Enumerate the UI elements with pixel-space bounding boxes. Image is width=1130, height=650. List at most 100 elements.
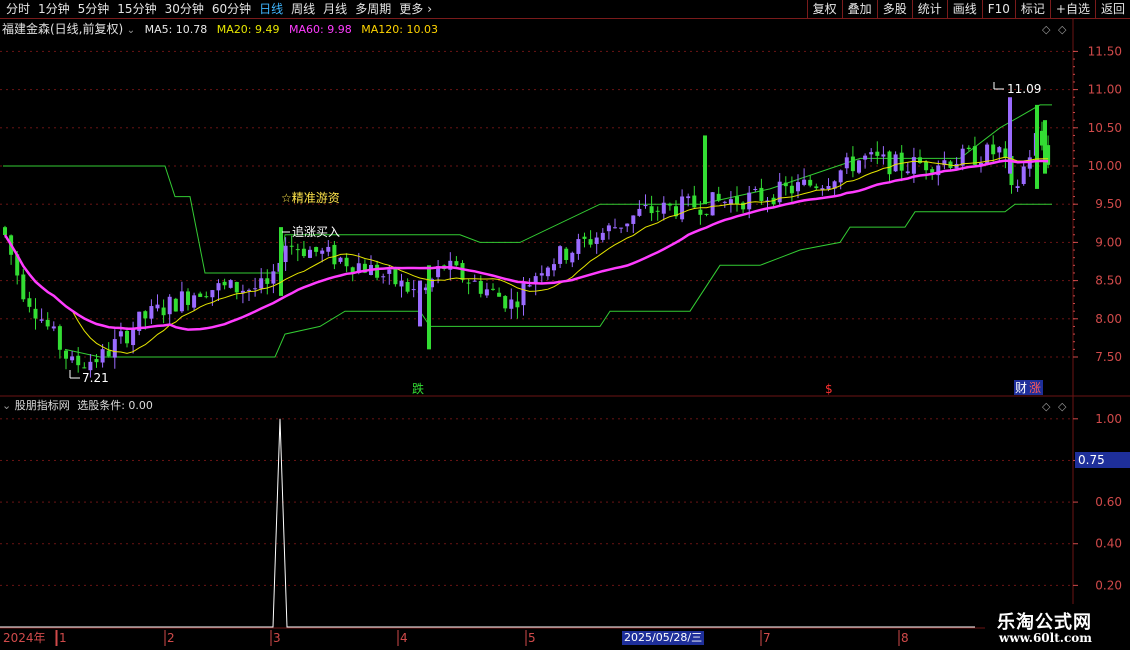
month-label: 2 bbox=[167, 631, 175, 645]
price-tick-label: 10.50 bbox=[1088, 121, 1122, 135]
candle-down bbox=[692, 195, 697, 208]
candle-up bbox=[844, 157, 849, 169]
chevron-down-icon[interactable]: ⌄ bbox=[127, 25, 135, 36]
candle-up bbox=[112, 339, 117, 358]
candle-down bbox=[393, 267, 398, 285]
watermark-logo: 乐淘公式网 www.60lt.com bbox=[985, 604, 1130, 650]
candle-down bbox=[991, 144, 996, 155]
candle-up bbox=[863, 155, 868, 160]
indicator-line bbox=[0, 418, 975, 628]
candle-up bbox=[997, 147, 1002, 153]
candle-up bbox=[722, 201, 727, 203]
candle-up bbox=[259, 278, 264, 289]
candle-up bbox=[100, 349, 105, 363]
candle-up bbox=[228, 280, 233, 288]
moving-average-lines bbox=[3, 156, 1049, 354]
high-price-label: 11.09 bbox=[1007, 82, 1041, 96]
candle-down bbox=[759, 187, 764, 202]
indicator-tick-label: 0.60 bbox=[1095, 495, 1122, 509]
candle-up bbox=[594, 237, 599, 244]
indicator-panel-header: ⌄ 股朋指标网 选股条件: 0.00 bbox=[2, 398, 153, 414]
candle-up bbox=[881, 154, 886, 157]
candle-down bbox=[76, 355, 81, 366]
candle-up bbox=[1021, 166, 1026, 184]
candle-up bbox=[51, 326, 56, 329]
candle-down bbox=[899, 152, 904, 171]
indicator-condition: 选股条件: 0.00 bbox=[77, 399, 153, 412]
candle-down bbox=[808, 179, 813, 186]
candle-up bbox=[1015, 186, 1020, 188]
ma60-label: MA60: 9.98 bbox=[289, 23, 352, 36]
candle-down bbox=[21, 274, 26, 300]
candle-down bbox=[698, 209, 703, 215]
candle-up bbox=[192, 295, 197, 308]
candle-down bbox=[655, 210, 660, 212]
candle-down bbox=[875, 151, 880, 156]
candle-down bbox=[106, 350, 111, 357]
ma20-line bbox=[4, 156, 1049, 354]
candle-down bbox=[94, 359, 99, 363]
candle-up bbox=[149, 306, 154, 319]
low-price-label: 7.21 bbox=[82, 371, 109, 385]
logo-url: www.60lt.com bbox=[999, 631, 1092, 645]
candle-up bbox=[905, 171, 910, 174]
candle-down bbox=[814, 186, 819, 189]
candle-up bbox=[155, 304, 160, 309]
candle-up bbox=[539, 273, 544, 276]
price-tick-label: 10.00 bbox=[1088, 159, 1122, 173]
candle-down bbox=[783, 182, 788, 187]
chevron-down-icon[interactable]: ⌄ bbox=[2, 399, 11, 412]
candle-tall bbox=[1035, 104, 1039, 189]
ma20-label: MA20: 9.49 bbox=[216, 23, 280, 36]
price-tick-label: 7.50 bbox=[1095, 350, 1122, 364]
candle-up bbox=[271, 271, 276, 284]
diamond-icon: ◇ bbox=[1058, 23, 1067, 36]
channel-upper-line bbox=[3, 104, 1052, 274]
candle-up bbox=[552, 264, 556, 271]
ma5-label: MA5: 10.78 bbox=[144, 23, 208, 36]
candle-up bbox=[838, 170, 843, 183]
candle-up bbox=[753, 188, 758, 190]
stock-title[interactable]: 福建金森(日线,前复权) bbox=[2, 22, 123, 36]
candle-down bbox=[588, 239, 593, 245]
candle-down bbox=[186, 291, 190, 305]
candle-up bbox=[802, 179, 807, 185]
candle-down bbox=[716, 193, 721, 201]
candle-up bbox=[637, 208, 642, 216]
candle-down bbox=[82, 367, 87, 369]
kline-chart[interactable]: ☆精准游资追涨买入7.2111.09跌 $ 财涨 11.5011.0010.5010… bbox=[0, 0, 1130, 650]
marker-die: 跌 bbox=[412, 381, 424, 396]
candle-up bbox=[521, 283, 526, 306]
indicator-title[interactable]: 股朋指标网 bbox=[15, 399, 70, 412]
candle-tall bbox=[418, 280, 422, 327]
candle-down bbox=[204, 296, 209, 298]
candle-up bbox=[247, 289, 251, 291]
candle-down bbox=[515, 301, 520, 308]
candle-down bbox=[966, 147, 971, 150]
candle-up bbox=[857, 160, 861, 173]
candle-up bbox=[381, 276, 386, 278]
candle-up bbox=[911, 157, 916, 174]
candle-up bbox=[680, 196, 685, 220]
candle-up bbox=[893, 154, 898, 172]
candle-down bbox=[405, 282, 410, 292]
candle-up bbox=[686, 196, 691, 199]
marker-dollar: $ bbox=[825, 382, 833, 396]
candle-up bbox=[399, 280, 404, 287]
candle-up bbox=[338, 257, 343, 262]
price-tick-label: 8.50 bbox=[1095, 274, 1122, 288]
candle-up bbox=[613, 227, 617, 229]
month-label: 4 bbox=[400, 631, 408, 645]
candle-down bbox=[301, 248, 306, 257]
price-axes: 11.50 11.00 10.50 10.00 9.50 9.00 8.50 8.00 7.50… bbox=[1042, 23, 1130, 592]
candle-up bbox=[661, 202, 666, 214]
indicator-plot bbox=[0, 418, 975, 628]
candle-down bbox=[289, 245, 294, 247]
candle-up bbox=[625, 223, 630, 227]
candle-up bbox=[710, 192, 715, 216]
candle-up bbox=[326, 246, 331, 252]
month-label: 8 bbox=[901, 631, 909, 645]
month-label: 1 bbox=[59, 631, 67, 645]
main-panel-header: 福建金森(日线,前复权) ⌄ MA5: 10.78 MA20: 9.49 MA6… bbox=[2, 21, 438, 37]
candle-down bbox=[887, 151, 892, 175]
